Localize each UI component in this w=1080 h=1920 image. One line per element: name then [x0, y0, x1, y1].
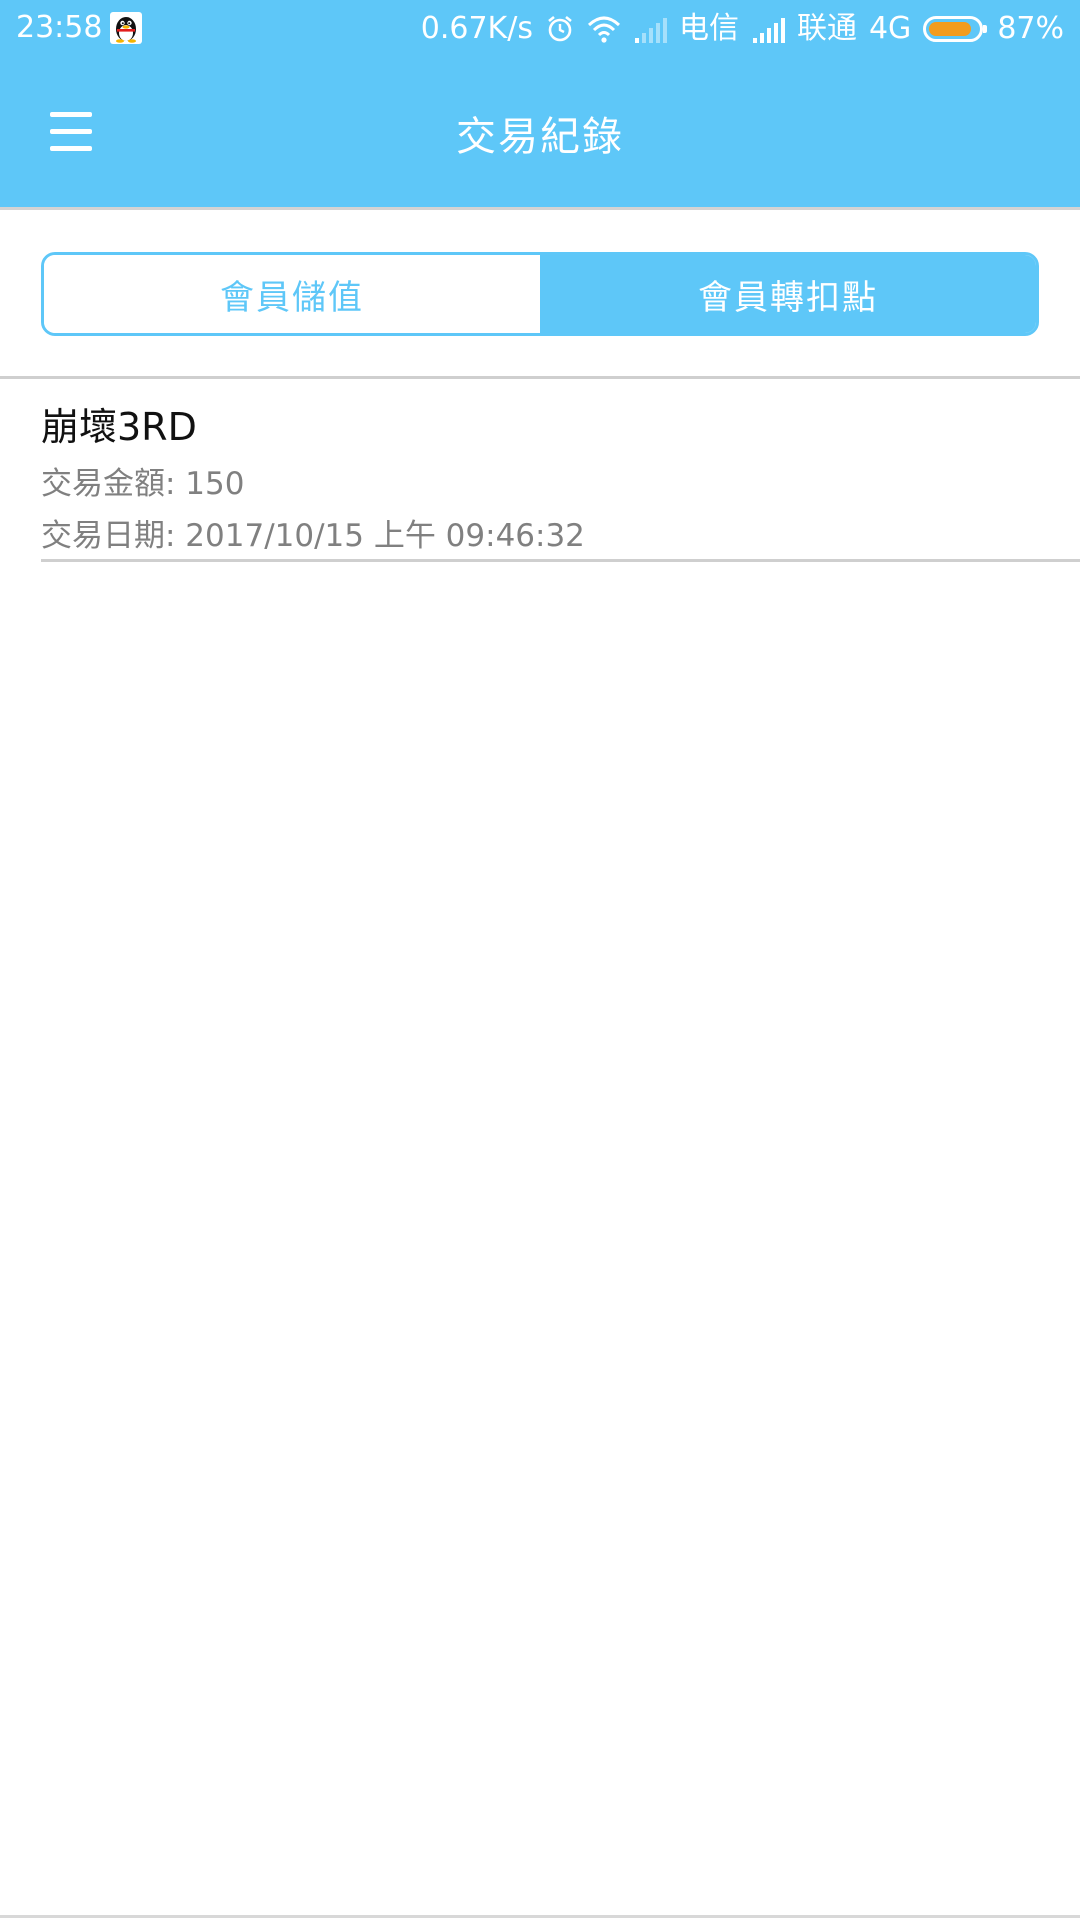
section-divider: [0, 376, 1080, 379]
tab-member-topup[interactable]: 會員儲值: [44, 255, 540, 333]
record-name: 崩壞3RD: [41, 405, 197, 449]
signal-icon-weak: [633, 14, 667, 44]
carrier-2: 联通: [796, 11, 857, 46]
screen: 23:58 0.67K/s 电信 联通 4G 87% 交易紀錄 會員儲值 會員轉…: [0, 0, 1080, 1920]
net-speed: 0.67K/s: [420, 11, 533, 46]
qq-icon: [110, 12, 142, 44]
network-type: 4G: [868, 11, 912, 46]
page-title: 交易紀錄: [456, 114, 624, 160]
record-date: 交易日期: 2017/10/15 上午 09:46:32: [41, 518, 585, 554]
status-right: 0.67K/s 电信 联通 4G 87%: [421, 10, 1064, 48]
signal-icon: [751, 14, 785, 44]
list-item[interactable]: 崩壞3RD 交易金額: 150 交易日期: 2017/10/15 上午 09:4…: [41, 392, 1080, 562]
status-bar: 23:58 0.67K/s 电信 联通 4G 87%: [0, 0, 1080, 58]
alarm-icon: [545, 14, 575, 44]
record-amount: 交易金額: 150: [41, 466, 245, 502]
battery-percent: 87%: [997, 11, 1064, 46]
tab-member-points-deduct[interactable]: 會員轉扣點: [540, 255, 1036, 333]
status-time: 23:58: [16, 10, 103, 45]
battery-fill: [929, 22, 972, 36]
wifi-icon: [587, 14, 621, 44]
battery-icon: [923, 16, 988, 42]
bottom-divider: [0, 1915, 1080, 1918]
app-bar: 交易紀錄: [0, 58, 1080, 210]
carrier-1: 电信: [678, 11, 739, 46]
segmented-tabs: 會員儲值 會員轉扣點: [41, 252, 1039, 336]
